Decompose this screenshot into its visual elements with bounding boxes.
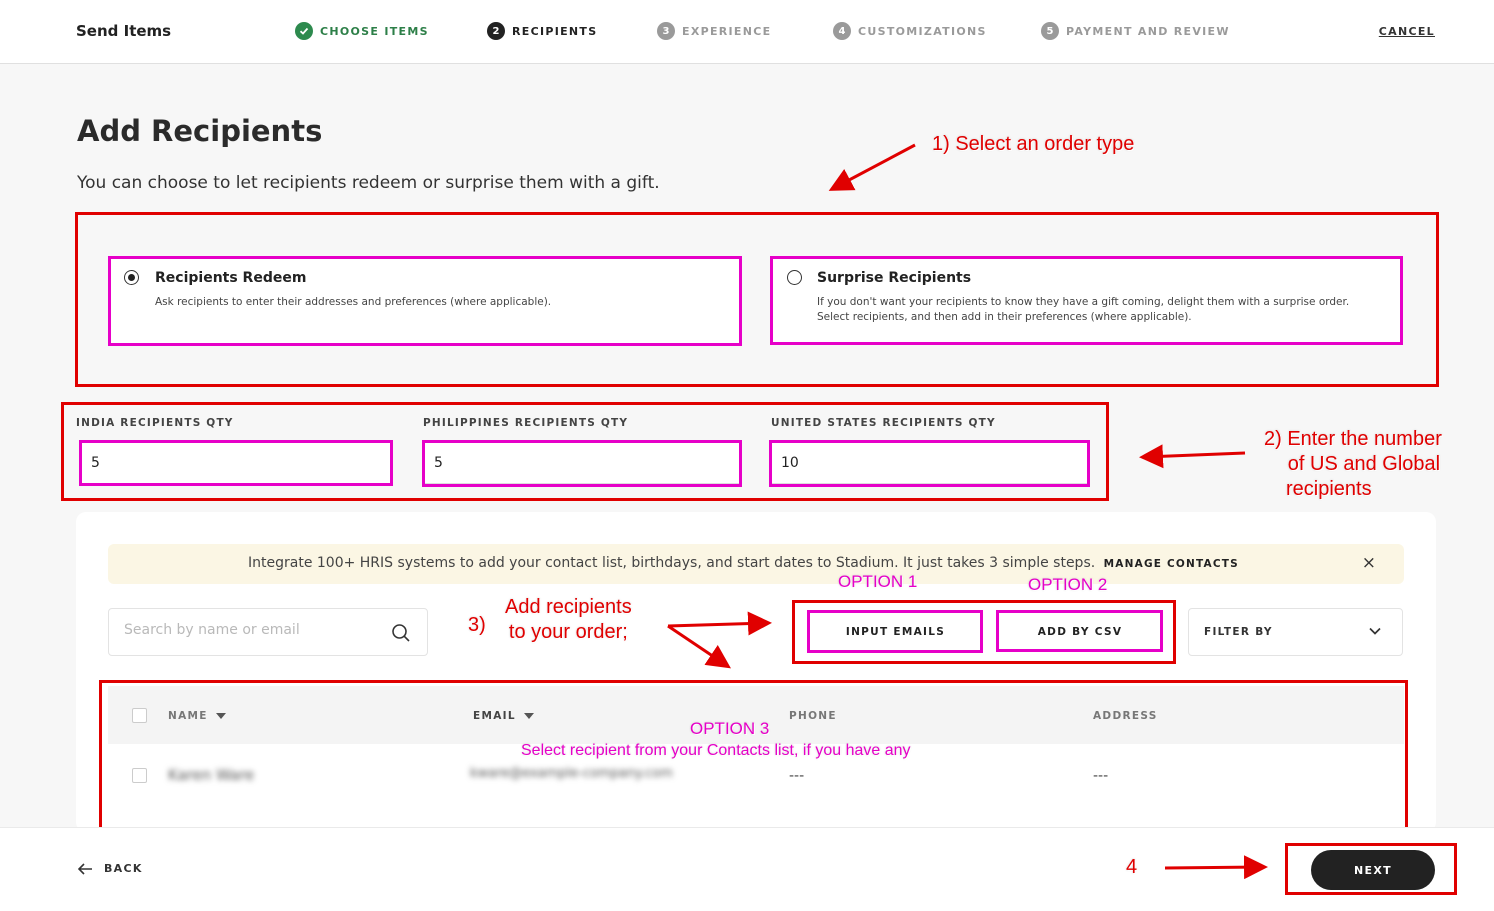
close-icon[interactable]: ×	[1362, 553, 1376, 573]
annotation-option3-description: Select recipient from your Contacts list…	[521, 742, 911, 759]
footer-bar: BACK NEXT	[0, 827, 1494, 911]
chevron-down-icon	[1369, 627, 1381, 635]
arrow-step2	[1139, 444, 1246, 469]
annotation-option2: OPTION 2	[1028, 575, 1108, 594]
philippines-qty-label: PHILIPPINES RECIPIENTS QTY	[423, 417, 629, 429]
cancel-link[interactable]: CANCEL	[1379, 25, 1435, 38]
banner-text: Integrate 100+ HRIS systems to add your …	[248, 555, 1096, 571]
page-subtitle: You can choose to let recipients redeem …	[77, 173, 660, 193]
check-icon	[295, 22, 313, 40]
annotation-step3: Add recipients to your order;	[505, 595, 632, 645]
annotation-option1: OPTION 1	[838, 572, 918, 591]
india-qty-label: INDIA RECIPIENTS QTY	[76, 417, 234, 429]
input-highlight	[769, 440, 1090, 487]
page-title: Add Recipients	[77, 114, 323, 148]
arrow-left-icon	[78, 862, 92, 875]
option-highlight	[108, 256, 742, 346]
annotation-step1: 1) Select an order type	[932, 133, 1135, 155]
button-highlight	[807, 610, 983, 653]
search-box[interactable]	[108, 608, 428, 656]
annotation-step2: 2) Enter the number of US and Global rec…	[1264, 427, 1442, 502]
option-highlight	[770, 256, 1403, 345]
banner-text-row: Integrate 100+ HRIS systems to add your …	[248, 555, 1239, 571]
annotation-line: of US and Global	[1287, 453, 1441, 475]
arrow-step1	[828, 143, 916, 191]
step-payment-and-review[interactable]: 5 PAYMENT AND REVIEW	[1041, 22, 1230, 40]
search-icon[interactable]	[391, 623, 411, 643]
step-customizations[interactable]: 4 CUSTOMIZATIONS	[833, 22, 987, 40]
top-header: Send Items CHOOSE ITEMS 2 RECIPIENTS 3 E…	[0, 0, 1494, 64]
hris-banner: Integrate 100+ HRIS systems to add your …	[108, 544, 1404, 584]
annotation-line: 2) Enter the number	[1264, 428, 1442, 450]
step-number: 4	[833, 22, 851, 40]
annotation-line: recipients	[1286, 478, 1372, 500]
step-label: PAYMENT AND REVIEW	[1066, 24, 1230, 38]
step-recipients[interactable]: 2 RECIPIENTS	[487, 22, 597, 40]
filter-by-dropdown[interactable]: FILTER BY	[1188, 608, 1403, 656]
step-label: CHOOSE ITEMS	[320, 24, 429, 38]
step-label: CUSTOMIZATIONS	[858, 24, 987, 38]
filter-label: FILTER BY	[1204, 626, 1273, 638]
step-experience[interactable]: 3 EXPERIENCE	[657, 22, 771, 40]
page-brand-title: Send Items	[76, 22, 172, 40]
annotation-step3-number: 3)	[468, 614, 486, 636]
annotation-step4: 4	[1126, 856, 1138, 878]
step-number: 2	[487, 22, 505, 40]
button-highlight	[996, 610, 1163, 652]
manage-contacts-link[interactable]: MANAGE CONTACTS	[1104, 558, 1239, 570]
next-highlight	[1285, 843, 1457, 895]
step-label: RECIPIENTS	[512, 24, 598, 38]
search-input[interactable]	[124, 622, 374, 638]
step-choose-items[interactable]: CHOOSE ITEMS	[295, 22, 429, 40]
back-button[interactable]: BACK	[78, 862, 143, 875]
input-highlight	[422, 440, 742, 487]
step-number: 5	[1041, 22, 1059, 40]
step-number: 3	[657, 22, 675, 40]
back-label: BACK	[104, 862, 143, 875]
annotation-line: to your order;	[508, 621, 628, 643]
input-highlight	[79, 440, 393, 486]
step-label: EXPERIENCE	[682, 24, 772, 38]
annotation-option3: OPTION 3	[690, 719, 770, 738]
annotation-line: Add recipients	[505, 596, 632, 618]
us-qty-label: UNITED STATES RECIPIENTS QTY	[771, 417, 996, 429]
